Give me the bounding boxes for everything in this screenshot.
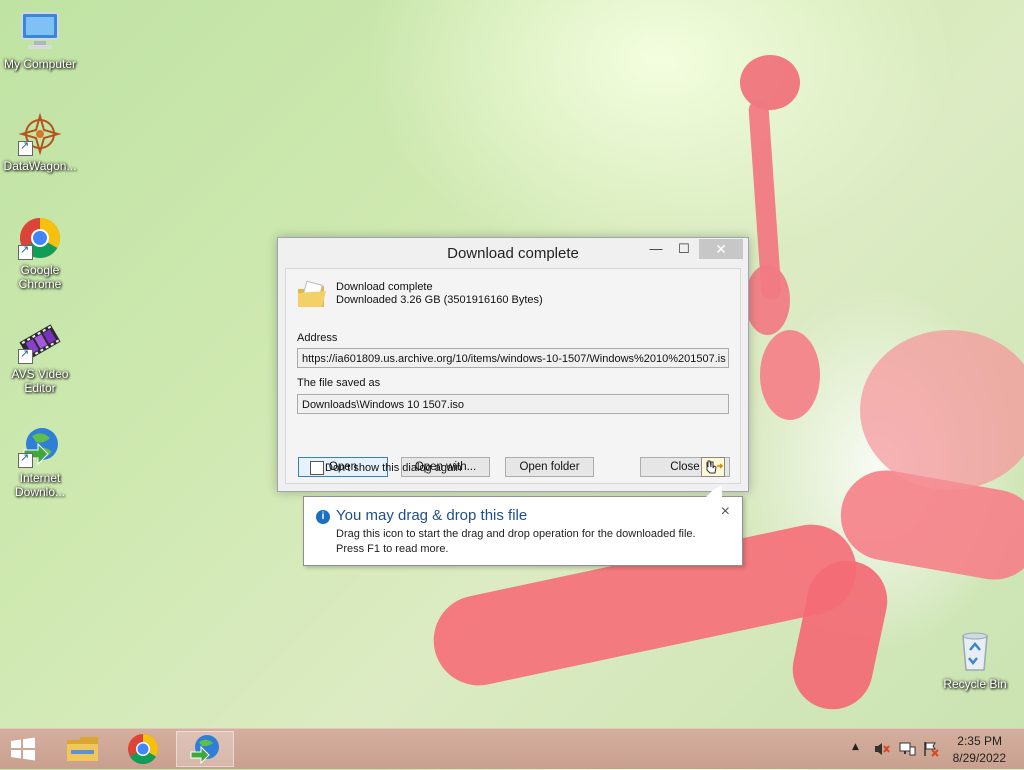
desktop-icon-avs-video-editor[interactable]: AVS Video Editor	[0, 320, 80, 395]
desktop-icon-recycle-bin[interactable]: Recycle Bin	[935, 630, 1015, 691]
speaker-muted-icon[interactable]	[873, 741, 891, 757]
dialog-body: Download complete Downloaded 3.26 GB (35…	[285, 268, 741, 484]
taskbar-file-explorer[interactable]	[54, 731, 112, 767]
chrome-icon	[18, 216, 62, 260]
address-label: Address	[297, 332, 338, 344]
minimize-button[interactable]: —	[644, 240, 668, 258]
dont-show-checkbox[interactable]	[310, 461, 324, 475]
desktop-icon-datawagon[interactable]: DataWagon...	[0, 112, 80, 173]
saved-as-field[interactable]: Downloads\Windows 10 1507.iso	[297, 394, 729, 414]
drag-drop-icon[interactable]	[701, 457, 725, 477]
windows-logo-icon	[11, 737, 35, 761]
start-button[interactable]	[8, 736, 38, 762]
desktop-icon-label: DataWagon...	[3, 159, 77, 173]
desktop-icon-label: Google Chrome	[18, 263, 62, 291]
close-window-button[interactable]: ✕	[699, 239, 743, 259]
info-glyph: i	[321, 511, 325, 522]
maximize-button[interactable]: ☐	[672, 240, 696, 258]
desktop-icon-label: My Computer	[3, 57, 77, 71]
taskbar-internet-download-manager[interactable]	[176, 731, 234, 767]
shortcut-arrow-icon	[18, 451, 33, 468]
recycle-bin-icon	[953, 630, 997, 674]
desktop-icon-label: Recycle Bin	[943, 677, 1007, 691]
dont-show-label[interactable]: Don't show this dialog again	[325, 462, 462, 474]
tooltip-title: You may drag & drop this file	[336, 507, 528, 524]
desktop-icon-label: Internet Downlo...	[14, 471, 66, 499]
chrome-icon	[128, 734, 159, 765]
download-status-heading: Download complete	[336, 281, 433, 293]
desktop-icon-internet-download-manager[interactable]: Internet Downlo...	[0, 424, 80, 499]
shortcut-arrow-icon	[18, 347, 33, 364]
clock-time[interactable]: 2:35 PM	[950, 734, 1002, 748]
taskbar-google-chrome[interactable]	[114, 731, 172, 767]
open-folder-button[interactable]: Open folder	[505, 457, 594, 477]
tooltip-close-button[interactable]: ×	[721, 503, 730, 521]
saved-as-label: The file saved as	[297, 377, 381, 389]
desktop-icon-my-computer[interactable]: My Computer	[0, 10, 80, 71]
tooltip-line-1: Drag this icon to start the drag and dro…	[336, 528, 696, 540]
network-icon[interactable]	[898, 741, 916, 757]
computer-icon	[18, 10, 62, 54]
action-center-alert-icon[interactable]	[922, 741, 940, 757]
taskbar: ▲ 2:35 PM 8/29/2022	[0, 728, 1024, 769]
shortcut-arrow-icon	[18, 243, 33, 260]
address-field[interactable]: https://ia601809.us.archive.org/10/items…	[297, 348, 729, 368]
desktop-icon-google-chrome[interactable]: Google Chrome	[0, 216, 80, 291]
desktop-icon-label: AVS Video Editor	[11, 367, 69, 395]
shortcut-arrow-icon	[18, 139, 33, 156]
clock-date[interactable]: 8/29/2022	[942, 751, 1006, 765]
film-strip-icon	[18, 320, 62, 364]
datawagon-icon	[18, 112, 62, 156]
download-complete-dialog: Download complete — ☐ ✕ Download complet…	[277, 237, 749, 492]
tray-overflow-button[interactable]: ▲	[852, 742, 859, 752]
folder-icon	[296, 279, 328, 311]
dialog-titlebar[interactable]: Download complete — ☐ ✕	[278, 238, 748, 268]
download-size-text: Downloaded 3.26 GB (3501916160 Bytes)	[336, 294, 543, 306]
folder-icon	[67, 737, 98, 761]
drag-drop-tooltip: i You may drag & drop this file × Drag t…	[303, 485, 743, 566]
globe-download-icon	[190, 735, 219, 765]
info-icon: i	[316, 510, 330, 524]
globe-download-icon	[18, 424, 62, 468]
tooltip-line-2: Press F1 to read more.	[336, 543, 449, 555]
